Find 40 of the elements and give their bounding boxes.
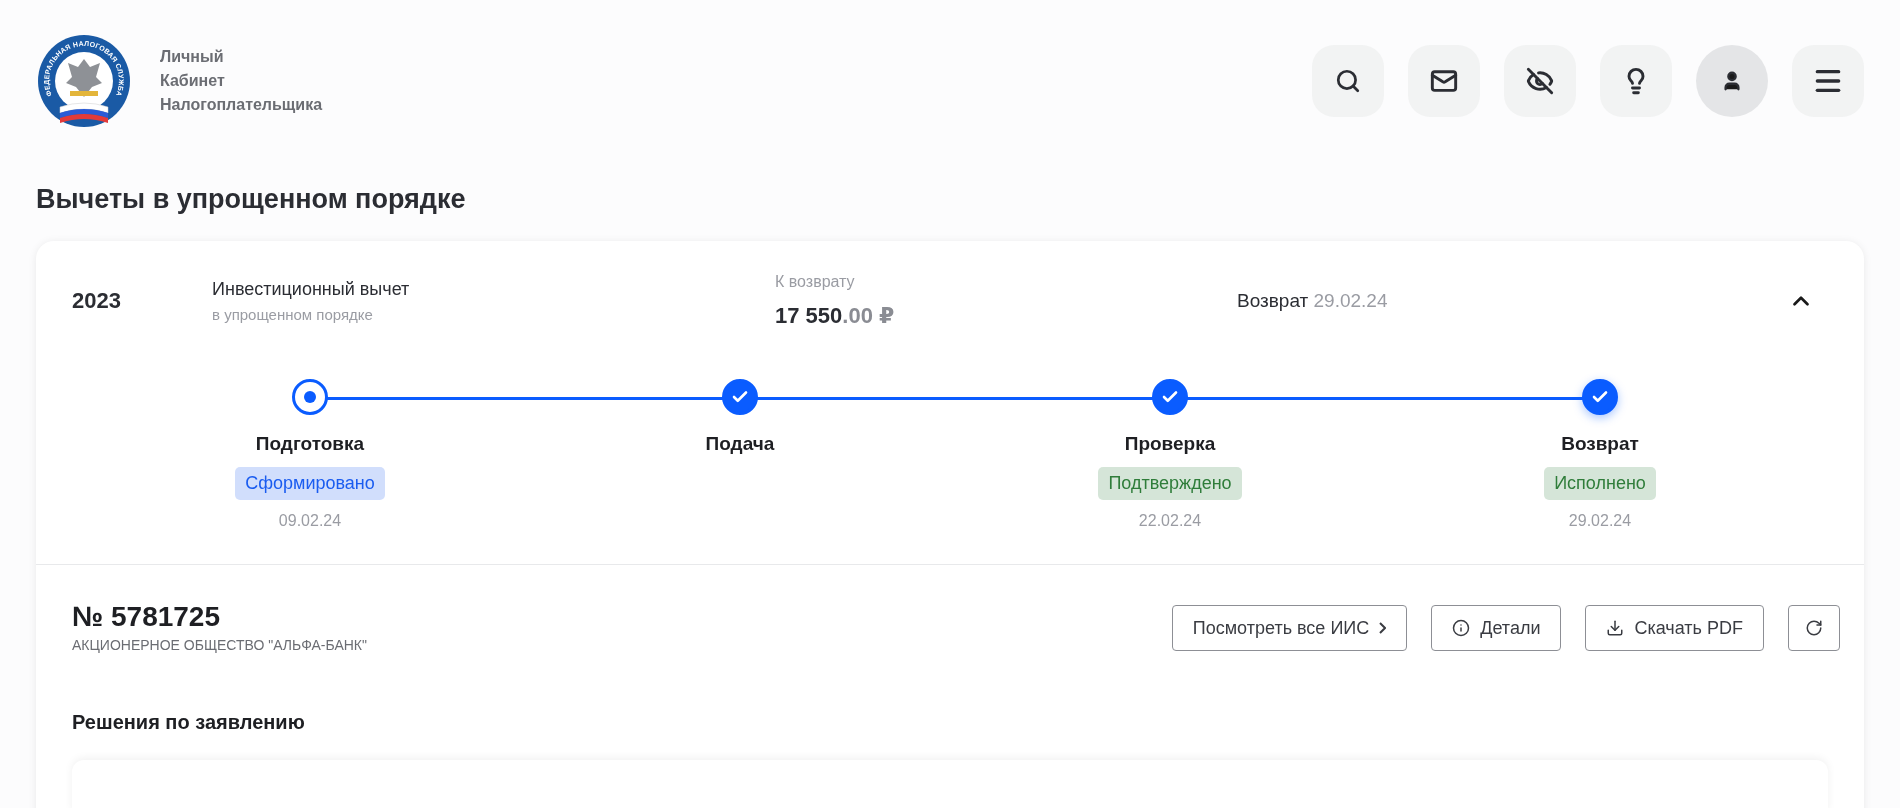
step-date: 22.02.24 [1138,512,1202,530]
status-badge: Подтверждено [1098,467,1242,500]
application-number: № 5781725 [72,601,221,633]
info-icon [1452,619,1471,637]
search-button[interactable] [1312,45,1384,117]
download-pdf-button[interactable]: Скачать PDF [1585,605,1764,651]
page-title: Вычеты в упрощенном порядке [36,184,467,215]
status-badge: Сформировано [235,467,385,500]
hide-button[interactable] [1504,45,1576,117]
tips-button[interactable] [1600,45,1672,117]
chevron-icon [1379,622,1387,634]
search-icon [1335,68,1361,94]
brand-title: Личный [160,48,225,66]
download-icon [1606,619,1625,637]
year: 2023 [72,288,122,314]
mail-button[interactable] [1408,45,1480,117]
bank-name: АКЦИОНЕРНОЕ ОБЩЕСТВО "АЛЬФА-БАНК" [72,637,367,653]
step-label: Подача [705,433,775,455]
step-label: Проверка [1124,433,1216,455]
envelope-icon [1430,67,1458,95]
details-button[interactable]: Детали [1431,605,1562,651]
brand-title: Кабинет [160,72,226,90]
step-date: 29.02.24 [1568,512,1632,530]
brand-title: Налогоплательщика [160,96,323,114]
refresh-icon [1805,619,1823,637]
menu-button[interactable] [1792,45,1864,117]
view-iis-button[interactable]: Посмотреть все ИИС [1171,605,1408,651]
step-date: 09.02.24 [278,512,342,530]
refund-amount: 17 550.00 ₽ [775,303,896,329]
step-label: Подготовка [255,433,365,455]
deduction-type: Инвестиционный вычет [212,279,411,300]
user-icon [1721,70,1743,92]
step-label: Возврат [1561,433,1639,455]
eye-off-icon [1526,67,1554,95]
refund-label: К возврату [775,273,856,291]
section-title: Решения по заявлению [72,711,306,734]
deduction-subtitle: в упрощенном порядке [212,306,374,323]
refund-status: Возврат 29.02.24 [1237,290,1389,312]
refresh-button[interactable] [1788,605,1840,651]
status-badge: Исполнено [1544,467,1656,500]
